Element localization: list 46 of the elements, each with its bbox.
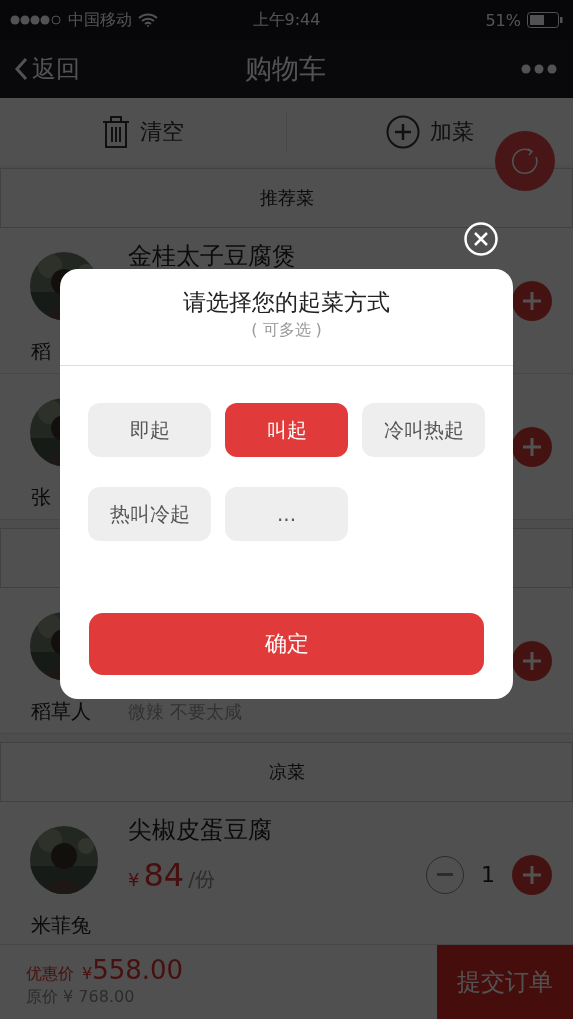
battery-percent: 51% (485, 10, 521, 30)
clear-button[interactable]: 清空 (0, 98, 286, 165)
carrier-name: 中国移动 (68, 9, 132, 31)
section-header: 推荐菜 (0, 168, 573, 228)
increase-button[interactable] (512, 640, 552, 681)
option-chip[interactable]: 热叫冷起 (88, 487, 211, 541)
person-name: 张 (31, 484, 51, 511)
dialog-subtitle: ( 可多选 ) (251, 320, 322, 341)
back-icon (14, 57, 28, 81)
wifi-icon (138, 13, 158, 27)
refresh-icon (511, 147, 539, 175)
quantity: 1 (480, 862, 496, 887)
signal-icon (10, 15, 62, 25)
person-name: 米菲兔 (31, 912, 91, 939)
close-button[interactable] (464, 222, 498, 256)
plus-icon (523, 437, 541, 456)
back-button[interactable]: 返回 (14, 53, 134, 85)
minus-icon (437, 873, 453, 876)
section-header: 凉菜 (0, 742, 573, 802)
plus-icon (523, 865, 541, 884)
option-chip[interactable]: ... (225, 487, 348, 541)
page-title: 购物车 (245, 52, 326, 86)
option-chip[interactable]: 即起 (88, 403, 211, 457)
trash-icon (102, 114, 130, 149)
add-icon (386, 114, 420, 149)
clock-time: 上午9:44 (252, 9, 321, 31)
option-chip[interactable]: 冷叫热起 (362, 403, 485, 457)
plus-icon (523, 291, 541, 310)
increase-button[interactable] (512, 426, 552, 467)
battery-icon (527, 12, 563, 28)
increase-button[interactable] (512, 280, 552, 321)
person-name: 稻 (31, 338, 51, 365)
dialog-title: 请选择您的起菜方式 (183, 288, 390, 317)
option-chip[interactable]: 叫起 (225, 403, 348, 457)
dish-name: 金桂太子豆腐煲 (128, 241, 297, 272)
dish-name: 尖椒皮蛋豆腐 (128, 815, 273, 846)
currency-sign: ¥ (128, 869, 140, 890)
currency-sign: ¥ (82, 964, 93, 983)
discount-price: 558.00 (92, 955, 184, 985)
discount-label: 优惠价 (26, 964, 74, 985)
plus-icon (523, 651, 541, 670)
confirm-button[interactable]: 确定 (89, 613, 484, 675)
person-name: 稻草人 (31, 698, 91, 725)
more-icon[interactable] (521, 64, 557, 74)
dish-price: 84 (143, 856, 185, 894)
add-dish-button[interactable]: 加菜 (287, 98, 573, 165)
